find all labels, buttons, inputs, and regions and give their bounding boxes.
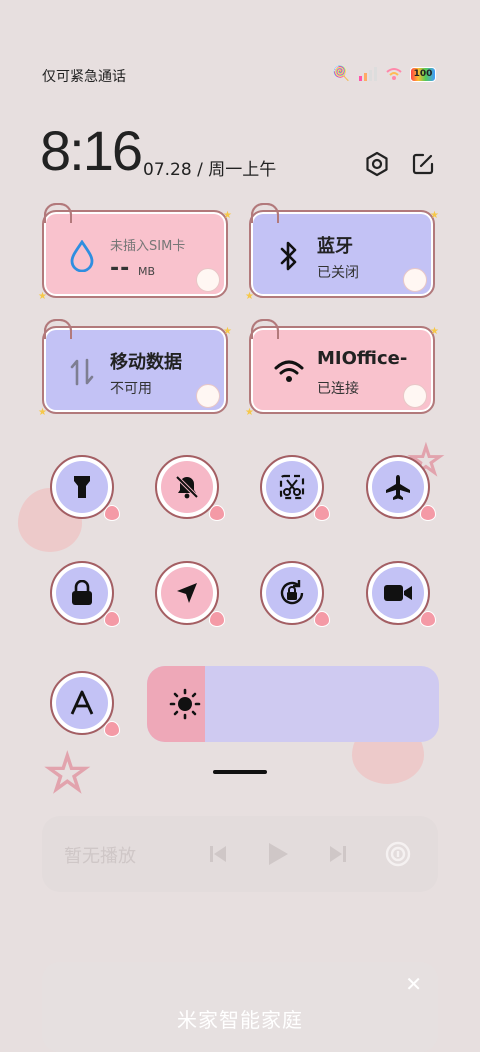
bunny-sticker-decoration — [196, 384, 220, 408]
carrier-status-text: 仅可紧急通话 — [42, 69, 126, 85]
airplane-icon — [386, 475, 410, 500]
rotation-lock-toggle[interactable] — [260, 561, 330, 627]
star-decoration: ★ — [430, 326, 439, 337]
wifi-status-icon — [386, 68, 402, 80]
wifi-icon — [271, 354, 307, 390]
settings-button[interactable] — [361, 148, 393, 180]
next-icon — [330, 846, 346, 862]
gear-icon — [366, 151, 388, 177]
close-button[interactable]: ✕ — [405, 972, 422, 996]
smart-home-label: 米家智能家庭 — [177, 1008, 303, 1032]
water-drop-icon — [64, 238, 100, 274]
broadcast-icon — [385, 841, 411, 867]
strawberry-decoration — [104, 505, 120, 521]
bluetooth-icon — [271, 238, 307, 274]
mobile-data-title: 移动数据 — [110, 352, 182, 373]
bunny-sticker-decoration — [403, 384, 427, 408]
media-player-card[interactable]: 暂无播放 — [42, 816, 438, 892]
location-arrow-icon — [177, 583, 197, 603]
location-toggle[interactable] — [155, 561, 225, 627]
strawberry-decoration — [420, 611, 436, 627]
edit-icon — [412, 153, 434, 175]
font-a-icon — [70, 690, 94, 715]
star-decoration: ★ — [430, 210, 439, 221]
mobile-data-status: 不可用 — [110, 381, 152, 397]
lock-icon — [72, 580, 92, 605]
play-button[interactable] — [262, 838, 294, 870]
lock-screen-button[interactable] — [50, 561, 120, 627]
flashlight-icon — [74, 476, 90, 498]
drag-handle[interactable] — [213, 770, 267, 774]
strawberry-decoration — [104, 611, 120, 627]
clock-time: 8:16 — [40, 119, 143, 182]
background-star-decoration: ☆ — [43, 743, 92, 805]
data-transfer-icon — [64, 354, 100, 390]
status-icons: 🍭 100 — [333, 66, 436, 82]
bluetooth-title: 蓝牙 — [317, 236, 353, 257]
media-status-label: 暂无播放 — [64, 846, 136, 867]
wifi-tile[interactable]: MIOffice- 已连接 ★ ★ — [245, 326, 439, 418]
star-decoration: ★ — [223, 326, 232, 337]
video-camera-icon — [384, 585, 412, 601]
play-icon — [269, 843, 288, 865]
strawberry-decoration — [314, 611, 330, 627]
wifi-network-name: MIOffice- — [317, 348, 408, 369]
bluetooth-tile[interactable]: 蓝牙 已关闭 ★ ★ — [245, 210, 439, 302]
strawberry-decoration — [314, 505, 330, 521]
audio-output-button[interactable] — [382, 838, 414, 870]
smart-home-card[interactable]: ✕ 米家智能家庭 — [42, 962, 438, 1052]
battery-icon: 100 — [410, 66, 436, 82]
previous-button[interactable] — [202, 838, 234, 870]
sim-status-text: 未插入SIM卡 — [110, 239, 186, 254]
next-button[interactable] — [322, 838, 354, 870]
lollipop-icon: 🍭 — [332, 66, 350, 82]
strawberry-decoration — [209, 505, 225, 521]
mobile-data-tile[interactable]: 移动数据 不可用 ★ ★ — [38, 326, 232, 418]
star-decoration: ★ — [38, 291, 47, 302]
bunny-sticker-decoration — [196, 268, 220, 292]
bluetooth-status: 已关闭 — [317, 265, 359, 281]
mute-toggle[interactable] — [155, 455, 225, 521]
bunny-sticker-decoration — [403, 268, 427, 292]
scissors-icon — [279, 474, 305, 500]
data-usage-value: -- — [110, 256, 131, 281]
airplane-mode-toggle[interactable] — [366, 455, 436, 521]
mobile-data-usage-tile[interactable]: 未插入SIM卡 -- MB ★ ★ — [38, 210, 232, 302]
screen-record-toggle[interactable] — [366, 561, 436, 627]
previous-icon — [210, 846, 226, 862]
font-size-button[interactable] — [50, 671, 120, 737]
rotation-lock-icon — [280, 580, 304, 605]
edit-button[interactable] — [407, 148, 439, 180]
star-decoration: ★ — [245, 291, 254, 302]
strawberry-decoration — [209, 611, 225, 627]
bell-off-icon — [175, 475, 199, 499]
star-decoration: ★ — [245, 407, 254, 418]
star-decoration: ★ — [223, 210, 232, 221]
brightness-slider[interactable] — [147, 666, 439, 742]
star-decoration: ★ — [38, 407, 47, 418]
screenshot-toggle[interactable] — [260, 455, 330, 521]
flashlight-toggle[interactable] — [50, 455, 120, 521]
date-text: 07.28 / 周一上午 — [143, 160, 277, 180]
data-usage-unit: MB — [138, 265, 156, 278]
sun-icon — [169, 688, 201, 720]
signal-icon — [359, 67, 377, 81]
strawberry-decoration — [104, 721, 120, 737]
wifi-status: 已连接 — [317, 381, 359, 397]
strawberry-decoration — [420, 505, 436, 521]
